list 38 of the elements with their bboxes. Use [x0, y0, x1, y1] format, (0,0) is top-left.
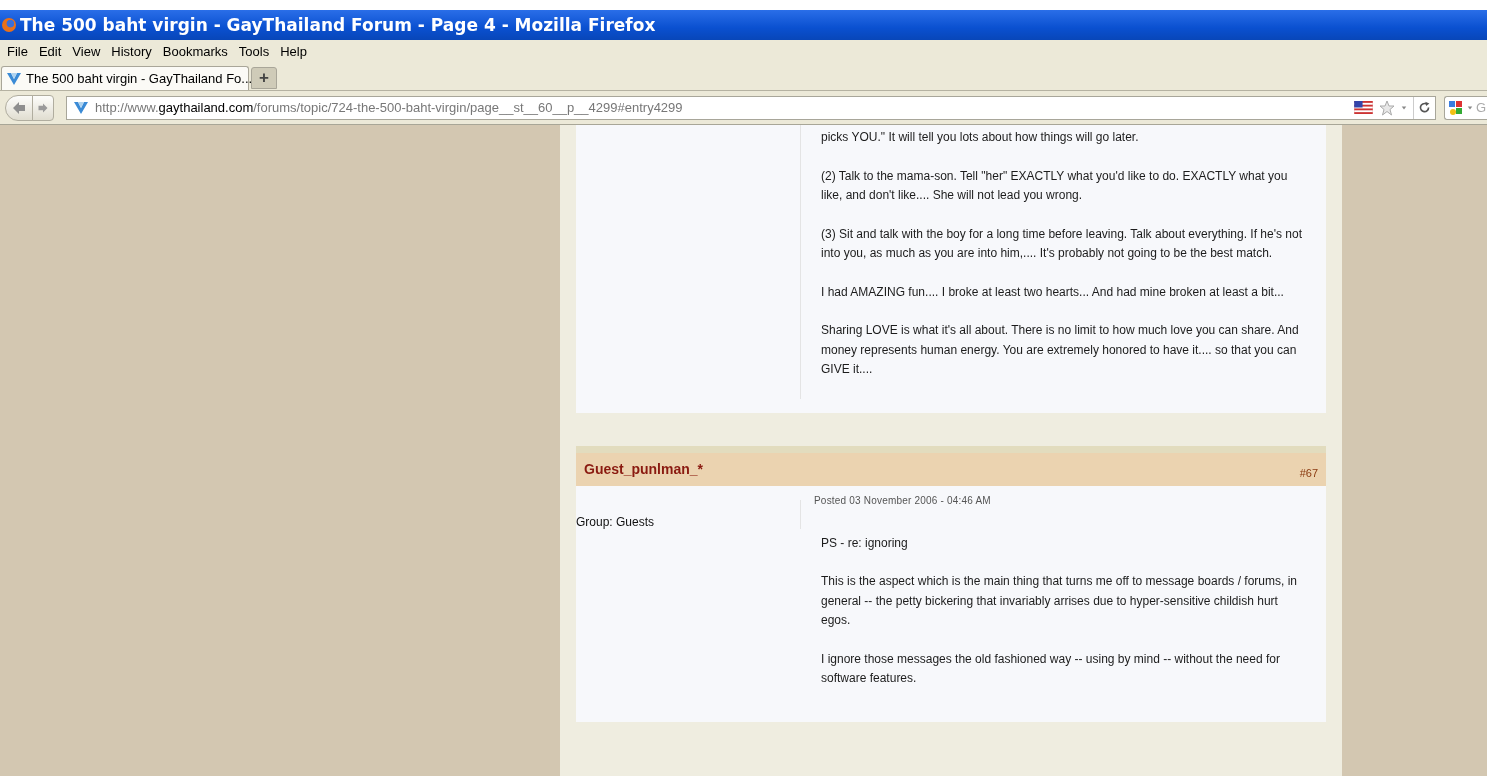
- search-bar[interactable]: G: [1444, 95, 1487, 120]
- menu-item[interactable]: History: [107, 44, 159, 59]
- menu-item[interactable]: View: [68, 44, 108, 59]
- tab-favicon-icon: [6, 70, 22, 87]
- new-tab-button[interactable]: +: [251, 67, 277, 89]
- menu-item[interactable]: File: [3, 44, 35, 59]
- window-title: The 500 baht virgin - GayThailand Forum - Page 4 - Mozilla Firefox: [20, 15, 656, 35]
- member-group: Group: Guests: [576, 514, 800, 529]
- post-date: Posted 03 November 2006 - 04:46 AM: [814, 494, 992, 506]
- browser-logo-icon: [2, 18, 16, 32]
- search-engine-icon: [1448, 99, 1464, 116]
- menu-item[interactable]: Bookmarks: [158, 44, 235, 59]
- site-favicon-icon: [73, 99, 89, 116]
- menu-item[interactable]: Help: [276, 44, 314, 59]
- post-paragraph: I had AMAZING fun.... I broke at least two hearts... And had mine broken at least a bit...: [821, 283, 1285, 301]
- search-field[interactable]: G: [1476, 100, 1486, 115]
- post-paragraph: I ignore those messages the old fashioned way -- using by mind -- without the need for software features.: [821, 650, 1281, 687]
- menu-item[interactable]: Edit: [34, 44, 69, 59]
- forward-button[interactable]: [32, 94, 54, 121]
- post-paragraph: Sharing LOVE is what it's all about. There is no limit to how much love you can share. And money represents human energy. You are extremely honored to have it.... so that you can GIVE it....: [821, 322, 1300, 378]
- dropdown-caret-icon: [1467, 104, 1473, 111]
- post-paragraph: (2) Talk to the mama-son. Tell "her" EXACTLY what you'd like to do. EXACTLY what you like, and don't like.... She will not lead you wrong.: [821, 167, 1289, 204]
- address-field[interactable]: http://www.gaythailand.com/forums/topic/724-the-500-baht-virgin/page__st__60__p__4299#entry4299: [66, 95, 1436, 120]
- browser-tab[interactable]: The 500 baht virgin - GayThailand Fo...: [1, 66, 249, 90]
- post-number-link[interactable]: #67: [1299, 467, 1318, 479]
- author-link[interactable]: Guest_punlman_*: [584, 461, 704, 477]
- url-text: http://www.gaythailand.com/forums/topic/724-the-500-baht-virgin/page__st__60__p__4299#entry4299: [95, 100, 683, 115]
- dropdown-caret-icon: [1401, 104, 1407, 111]
- post-paragraph: picks YOU." It will tell you lots about how things will go later.: [821, 129, 1140, 146]
- bookmark-star-icon: [1379, 99, 1395, 116]
- back-button[interactable]: [5, 94, 33, 121]
- post-paragraph: This is the aspect which is the main thing that turns me off to message boards / forums, in general -- the petty bickering that invariably arrises due to hyper-sensitive childish hurt egos.: [821, 573, 1298, 629]
- flag-icon: [1354, 101, 1373, 114]
- post-paragraph: PS - re: ignoring: [821, 534, 909, 552]
- reload-icon: [1418, 101, 1431, 114]
- post-paragraph: (3) Sit and talk with the boy for a long time before leaving. Talk about everything. If he's not into you, as much as you are into him,.... It's probably not going to be the best match.: [821, 225, 1303, 262]
- menu-item[interactable]: Tools: [234, 44, 277, 59]
- forward-arrow-icon: [37, 101, 49, 114]
